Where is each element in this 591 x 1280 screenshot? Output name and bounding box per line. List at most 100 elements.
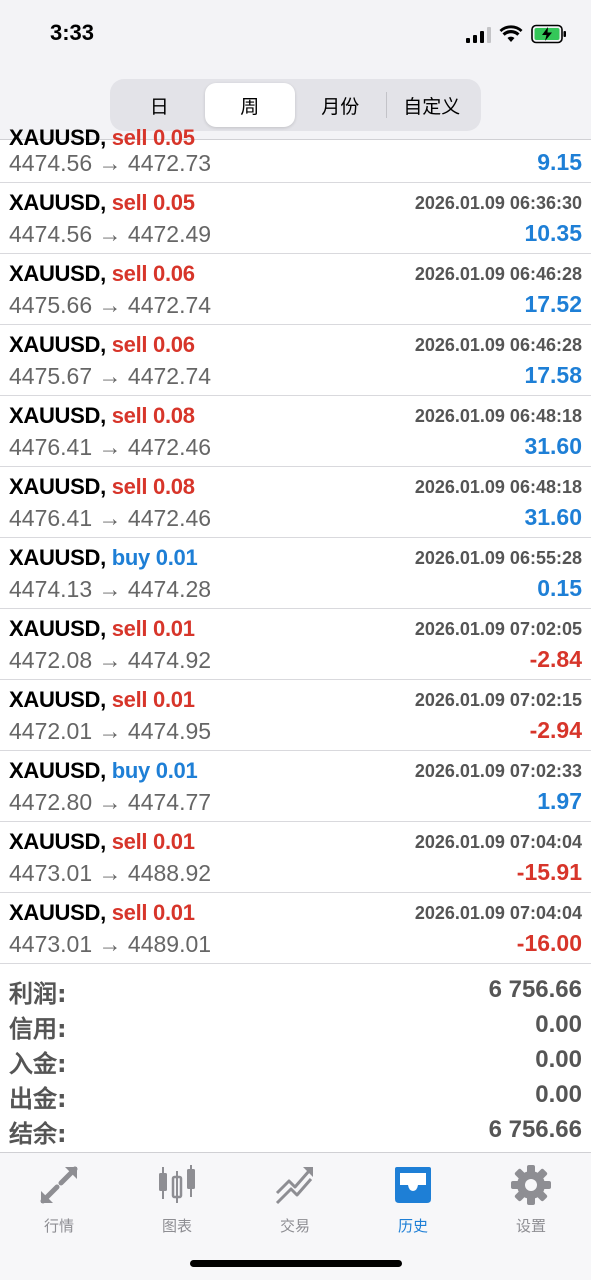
deal-row[interactable]: XAUUSD, sell 0.06 2026.01.09 06:46:28 44… — [0, 254, 591, 325]
tab-history[interactable]: 历史 — [354, 1163, 472, 1243]
deal-datetime: 2026.01.09 07:02:05 — [414, 619, 582, 639]
deal-row[interactable]: XAUUSD, sell 0.06 2026.01.09 06:46:28 44… — [0, 325, 591, 396]
deal-prices: 4475.66 → 4472.74 — [9, 292, 212, 318]
deal-profit: 31.60 — [524, 433, 582, 459]
tab-quotes[interactable]: 行情 — [0, 1163, 118, 1243]
deal-datetime: 2026.01.09 06:36:30 — [414, 193, 582, 213]
deal-prices: 4476.41 → 4472.46 — [9, 434, 212, 460]
tab-trade[interactable]: 交易 — [236, 1163, 354, 1243]
tab-settings[interactable]: 设置 — [472, 1163, 590, 1243]
deal-prices: 4472.01 → 4474.95 — [9, 718, 212, 744]
deal-datetime: 2026.01.09 06:46:28 — [414, 335, 582, 355]
summary-label: 利润: — [9, 980, 67, 1008]
tab-label: 历史 — [397, 1217, 428, 1235]
summary-label: 入金: — [9, 1050, 67, 1078]
tab-chart[interactable]: 图表 — [118, 1163, 236, 1243]
deal-row[interactable]: XAUUSD, sell 0.08 2026.01.09 06:48:18 44… — [0, 467, 591, 538]
deal-profit: 17.52 — [524, 291, 582, 317]
trade-trend-icon — [275, 1167, 313, 1205]
deal-symbol-line: XAUUSD, sell 0.05 — [9, 190, 195, 215]
deal-symbol-line: XAUUSD, sell 0.08 — [9, 474, 195, 499]
cellular-signal-icon — [466, 26, 491, 43]
deal-profit: 10.35 — [524, 220, 582, 246]
deal-prices: 4476.41 → 4472.46 — [9, 505, 212, 531]
deal-symbol-line: XAUUSD, sell 0.06 — [9, 261, 195, 286]
tab-custom[interactable]: 自定义 — [387, 83, 478, 127]
tab-label: 图表 — [161, 1217, 192, 1235]
deal-symbol-line: XAUUSD, buy 0.01 — [9, 545, 198, 570]
deal-datetime: 2026.01.09 06:46:28 — [414, 264, 582, 284]
quotes-arrows-icon — [40, 1166, 78, 1204]
summary-deposit: 入金: 0.00 — [0, 1042, 591, 1078]
summary-value: 0.00 — [535, 1081, 582, 1108]
deal-prices: 4474.56 → 4472.73 — [9, 150, 212, 176]
deal-profit: 31.60 — [524, 504, 582, 530]
deal-datetime: 2026.01.09 06:48:18 — [414, 477, 582, 497]
deal-symbol-line: XAUUSD, sell 0.06 — [9, 332, 195, 357]
summary-profit: 利润: 6 756.66 — [0, 972, 591, 1008]
summary-balance: 结余: 6 756.66 — [0, 1112, 591, 1148]
deal-row[interactable]: XAUUSD, buy 0.01 2026.01.09 07:02:33 447… — [0, 751, 591, 822]
deal-prices: 4472.08 → 4474.92 — [9, 647, 212, 673]
gear-icon — [511, 1165, 551, 1205]
deal-row[interactable]: XAUUSD, sell 0.01 2026.01.09 07:02:05 44… — [0, 609, 591, 680]
deal-datetime: 2026.01.09 07:04:04 — [414, 832, 582, 852]
summary-value: 6 756.66 — [488, 1116, 582, 1143]
deal-prices: 4472.80 → 4474.77 — [9, 789, 212, 815]
deal-profit: -2.94 — [529, 717, 582, 743]
deal-symbol-line: XAUUSD, sell 0.01 — [9, 616, 195, 641]
deal-symbol-line: XAUUSD, sell 0.08 — [9, 403, 195, 428]
home-indicator[interactable] — [190, 1260, 402, 1267]
tab-week[interactable]: 周 — [204, 83, 295, 127]
deal-profit: -2.84 — [529, 646, 582, 672]
summary-value: 6 756.66 — [488, 976, 582, 1003]
deal-profit: 1.97 — [537, 788, 582, 814]
deal-row[interactable]: XAUUSD, buy 0.01 2026.01.09 06:55:28 447… — [0, 538, 591, 609]
summary-value: 0.00 — [535, 1011, 582, 1038]
deal-row[interactable]: XAUUSD, sell 0.01 2026.01.09 07:04:04 44… — [0, 822, 591, 893]
deal-symbol-line: XAUUSD, sell 0.01 — [9, 900, 195, 925]
summary-value: 0.00 — [535, 1046, 582, 1073]
tab-day[interactable]: 日 — [114, 83, 205, 127]
wifi-icon — [499, 25, 523, 42]
tab-label: 交易 — [279, 1217, 310, 1235]
deal-prices: 4474.56 → 4472.49 — [9, 221, 212, 247]
deal-symbol-line: XAUUSD, sell 0.05 — [9, 125, 195, 150]
deal-row[interactable]: XAUUSD, sell 0.01 2026.01.09 07:02:15 44… — [0, 680, 591, 751]
deal-prices: 4473.01 → 4489.01 — [9, 931, 212, 957]
deal-profit: -16.00 — [516, 930, 582, 956]
deal-datetime: 2026.01.09 07:02:33 — [414, 761, 582, 781]
deal-symbol-line: XAUUSD, buy 0.01 — [9, 758, 198, 783]
tab-label: 行情 — [43, 1217, 74, 1235]
deal-profit: 17.58 — [524, 362, 582, 388]
deal-row[interactable]: XAUUSD, sell 0.01 2026.01.09 07:04:04 44… — [0, 893, 591, 964]
deal-prices: 4473.01 → 4488.92 — [9, 860, 212, 886]
deal-datetime: 2026.01.09 07:04:04 — [414, 903, 582, 923]
status-icons — [466, 24, 567, 44]
summary-withdrawal: 出金: 0.00 — [0, 1077, 591, 1113]
account-summary: 利润: 6 756.66 信用: 0.00 入金: 0.00 出金: 0.00 … — [0, 972, 591, 1148]
summary-label: 结余: — [9, 1120, 67, 1148]
deal-row[interactable]: XAUUSD, sell 0.05 2026.01.09 06:36:30 44… — [0, 183, 591, 254]
candlestick-chart-icon — [159, 1165, 195, 1203]
battery-charging-icon — [531, 24, 566, 44]
deal-profit: 0.15 — [537, 575, 582, 601]
summary-label: 信用: — [9, 1015, 67, 1043]
summary-credit: 信用: 0.00 — [0, 1007, 591, 1043]
deal-profit: -15.91 — [516, 859, 582, 885]
deal-row[interactable]: XAUUSD, sell 0.05 4474.56 → 4472.73 9.15 — [0, 125, 591, 183]
deal-profit: 9.15 — [537, 149, 582, 175]
tab-month[interactable]: 月份 — [295, 83, 386, 127]
deal-symbol-line: XAUUSD, sell 0.01 — [9, 687, 195, 712]
deal-symbol-line: XAUUSD, sell 0.01 — [9, 829, 195, 854]
deal-datetime: 2026.01.09 07:02:15 — [414, 690, 582, 710]
tab-label: 设置 — [515, 1217, 546, 1235]
deals-list[interactable]: XAUUSD, sell 0.05 4474.56 → 4472.73 9.15… — [0, 125, 591, 964]
history-inbox-icon — [395, 1167, 431, 1203]
summary-label: 出金: — [9, 1085, 67, 1113]
status-time: 3:33 — [50, 20, 95, 45]
period-segmented-control: 日 周 月份 自定义 — [110, 79, 481, 131]
deal-row[interactable]: XAUUSD, sell 0.08 2026.01.09 06:48:18 44… — [0, 396, 591, 467]
deal-prices: 4475.67 → 4472.74 — [9, 363, 212, 389]
deal-prices: 4474.13 → 4474.28 — [9, 576, 212, 602]
